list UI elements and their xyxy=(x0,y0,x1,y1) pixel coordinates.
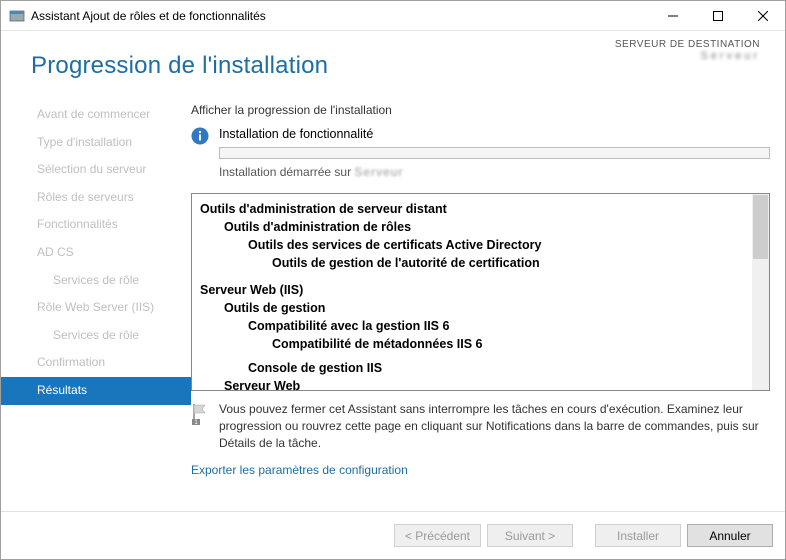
wizard-content: Afficher la progression de l'installatio… xyxy=(191,101,785,511)
status-title: Installation de fonctionnalité xyxy=(219,127,770,141)
status-column: Installation de fonctionnalité Installat… xyxy=(219,127,770,179)
feature-tree-row: Serveur Web xyxy=(200,377,744,390)
sidebar-step: Sélection du serveur xyxy=(1,156,191,184)
feature-tree-row: Outils des services de certificats Activ… xyxy=(200,236,744,254)
sidebar-step: Services de rôle xyxy=(1,267,191,295)
sidebar-step: Rôles de serveurs xyxy=(1,184,191,212)
destination-block: SERVEUR DE DESTINATION Serveur xyxy=(615,39,760,62)
progress-bar xyxy=(219,147,770,159)
sidebar-step: Services de rôle xyxy=(1,322,191,350)
feature-tree-row: Outils d'administration de rôles xyxy=(200,218,744,236)
wizard-header: Progression de l'installation SERVEUR DE… xyxy=(1,31,785,101)
previous-button[interactable]: < Précédent xyxy=(394,524,481,547)
feature-tree: Outils d'administration de serveur dista… xyxy=(191,193,770,391)
sidebar-step: Rôle Web Server (IIS) xyxy=(1,294,191,322)
sidebar-step: Type d'installation xyxy=(1,129,191,157)
note-row: 1 Vous pouvez fermer cet Assistant sans … xyxy=(191,401,770,451)
sidebar-step: AD CS xyxy=(1,239,191,267)
app-icon xyxy=(9,8,25,24)
sidebar-step: Fonctionnalités xyxy=(1,211,191,239)
wizard-sidebar: Avant de commencerType d'installationSél… xyxy=(1,101,191,511)
sidebar-step: Confirmation xyxy=(1,349,191,377)
feature-tree-row: Compatibilité avec la gestion IIS 6 xyxy=(200,317,744,335)
sidebar-step: Résultats xyxy=(1,377,191,405)
wizard-footer: < Précédent Suivant > Installer Annuler xyxy=(1,511,785,559)
feature-tree-row: Outils d'administration de serveur dista… xyxy=(200,200,744,218)
feature-tree-row: Compatibilité de métadonnées IIS 6 xyxy=(200,335,744,353)
page-title: Progression de l'installation xyxy=(31,52,328,80)
sidebar-step: Avant de commencer xyxy=(1,101,191,129)
window-title: Assistant Ajout de rôles et de fonctionn… xyxy=(31,9,650,23)
cancel-button[interactable]: Annuler xyxy=(687,524,773,547)
status-subtitle: Installation démarrée sur Serveur xyxy=(219,165,770,179)
next-button[interactable]: Suivant > xyxy=(487,524,573,547)
flag-icon: 1 xyxy=(191,403,209,425)
status-row: Installation de fonctionnalité Installat… xyxy=(191,127,770,179)
close-button[interactable] xyxy=(740,1,785,30)
minimize-button[interactable] xyxy=(650,1,695,30)
wizard-body: Avant de commencerType d'installationSél… xyxy=(1,101,785,511)
scrollbar[interactable] xyxy=(752,194,769,390)
wizard-window: Assistant Ajout de rôles et de fonctionn… xyxy=(0,0,786,560)
destination-label: SERVEUR DE DESTINATION xyxy=(615,39,760,50)
status-sub-prefix: Installation démarrée sur xyxy=(219,165,354,179)
feature-tree-viewport[interactable]: Outils d'administration de serveur dista… xyxy=(192,194,752,390)
export-settings-link[interactable]: Exporter les paramètres de configuration xyxy=(191,463,770,477)
status-sub-server: Serveur xyxy=(354,165,403,179)
window-controls xyxy=(650,1,785,30)
feature-tree-row: Outils de gestion de l'autorité de certi… xyxy=(200,254,744,272)
scrollbar-thumb[interactable] xyxy=(753,195,768,259)
install-button[interactable]: Installer xyxy=(595,524,681,547)
note-text: Vous pouvez fermer cet Assistant sans in… xyxy=(219,401,770,451)
titlebar: Assistant Ajout de rôles et de fonctionn… xyxy=(1,1,785,31)
info-icon xyxy=(191,127,209,145)
progress-caption: Afficher la progression de l'installatio… xyxy=(191,103,770,117)
destination-server: Serveur xyxy=(615,50,760,62)
feature-tree-row: Serveur Web (IIS) xyxy=(200,281,744,299)
feature-tree-row: Outils de gestion xyxy=(200,299,744,317)
maximize-button[interactable] xyxy=(695,1,740,30)
feature-tree-row: Console de gestion IIS xyxy=(200,359,744,377)
